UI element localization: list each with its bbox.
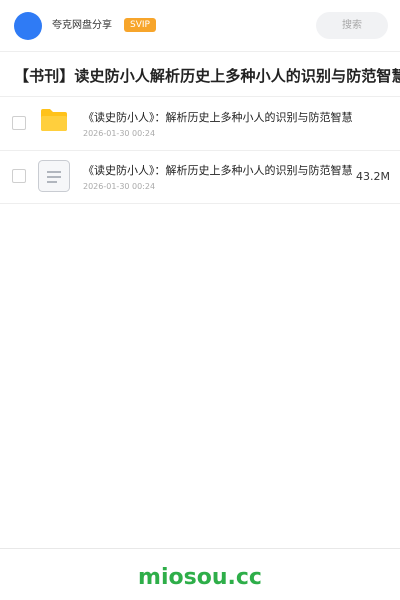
top-bar: 夸克网盘分享 SVIP 搜索: [0, 0, 400, 52]
search-button[interactable]: 搜索: [316, 12, 388, 39]
document-icon: [38, 160, 70, 192]
folder-icon: [40, 108, 68, 132]
file-name: 《读史防小人》：解析历史上多种小人的识别与防范智慧: [83, 164, 353, 177]
share-page: 夸克网盘分享 SVIP 搜索 【书刊】读史防小人解析历史上多种小人的识别与防范智…: [0, 0, 400, 600]
page-title: 【书刊】读史防小人解析历史上多种小人的识别与防范智慧: [14, 67, 400, 85]
select-checkbox[interactable]: [12, 169, 26, 183]
footer-brand-link[interactable]: miosou.cc: [0, 562, 400, 594]
footer-divider: [0, 548, 400, 549]
file-list-item[interactable]: 《读史防小人》：解析历史上多种小人的识别与防范智慧 2026-01-30 00:…: [0, 150, 400, 204]
file-name: 《读史防小人》：解析历史上多种小人的识别与防范智慧: [83, 111, 353, 124]
file-size: 43.2M: [356, 170, 390, 183]
file-date: 2026-01-30 00:24: [83, 129, 156, 138]
select-checkbox[interactable]: [12, 116, 26, 130]
file-list-item[interactable]: 《读史防小人》：解析历史上多种小人的识别与防范智慧 2026-01-30 00:…: [0, 97, 400, 151]
file-date: 2026-01-30 00:24: [83, 182, 156, 191]
sharer-name: 夸克网盘分享: [52, 20, 112, 31]
avatar[interactable]: [14, 12, 42, 40]
svip-badge: SVIP: [124, 18, 156, 32]
